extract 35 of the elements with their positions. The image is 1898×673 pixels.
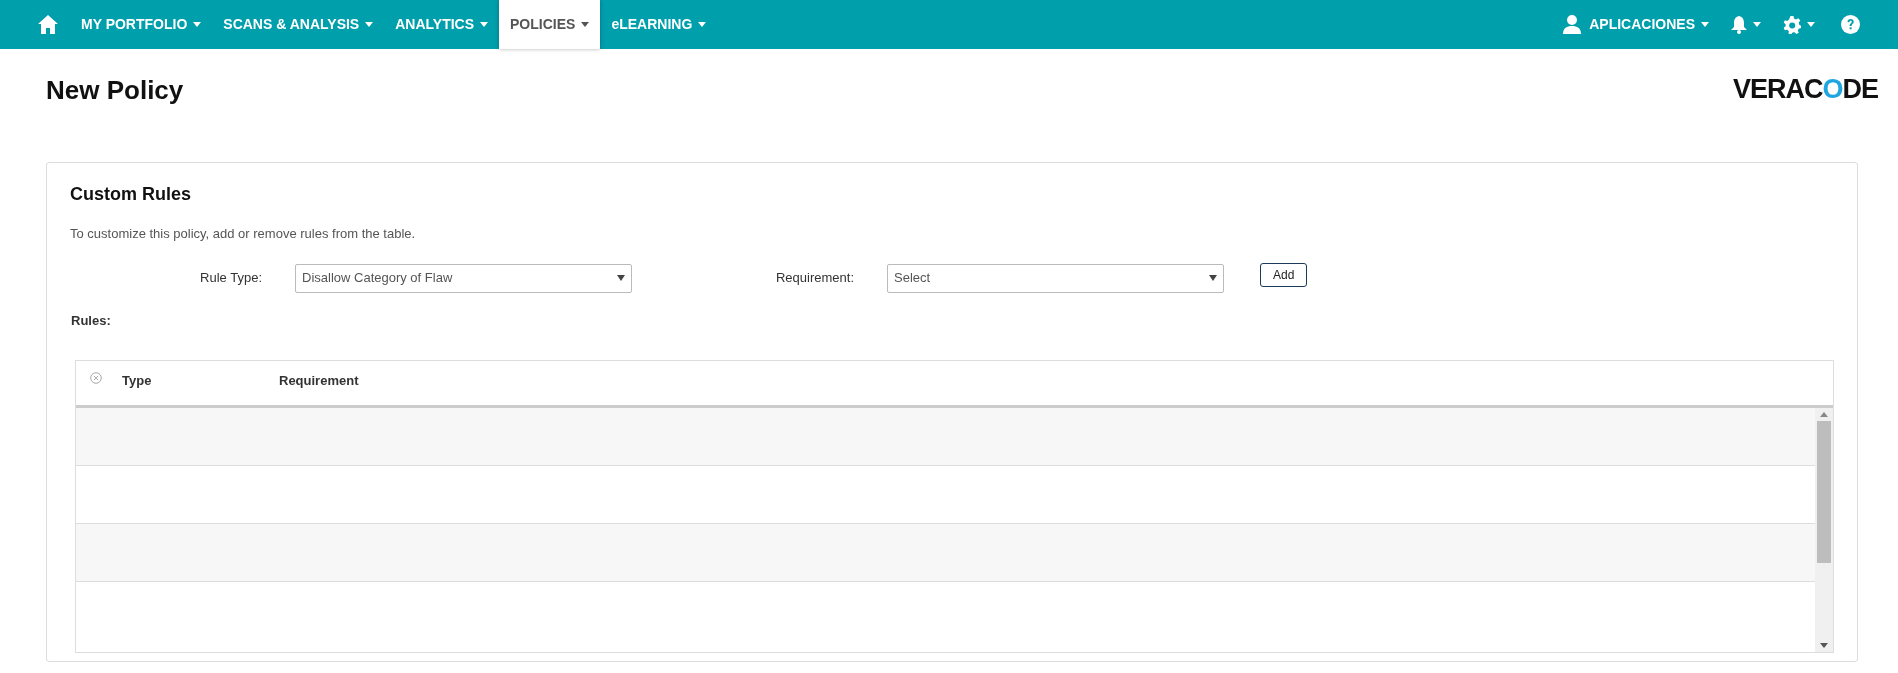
caret-icon xyxy=(193,22,202,27)
field-label: Rule Type: xyxy=(199,269,262,288)
rules-label: Rules: xyxy=(71,311,111,330)
nav-tab[interactable]: eLEARNING xyxy=(600,0,718,49)
dropdown[interactable]: Disallow Category of Flaw xyxy=(295,263,632,293)
field-label: Requirement: xyxy=(774,269,854,288)
caret-icon xyxy=(1209,275,1217,281)
remove-icon[interactable] xyxy=(90,371,102,384)
scrollbar[interactable] xyxy=(1815,407,1833,652)
caret-icon xyxy=(581,22,590,27)
caret-icon xyxy=(480,22,489,27)
caret-icon xyxy=(1701,22,1709,27)
nav-tab[interactable]: SCANS & ANALYSIS xyxy=(212,0,385,49)
nav-tab[interactable]: ANALYTICS xyxy=(384,0,500,49)
settings-icon xyxy=(1783,15,1801,34)
description: To customize this policy, add or remove rules from the table. xyxy=(70,225,417,243)
dropdown[interactable]: Select xyxy=(887,263,1224,293)
user-menu[interactable]: APLICACIONES xyxy=(1563,0,1709,49)
add-button[interactable]: Add xyxy=(1260,263,1308,287)
page-title: New Policy xyxy=(46,74,184,107)
panel-title: Custom Rules xyxy=(70,183,193,206)
caret-icon xyxy=(698,22,707,27)
nav-tab[interactable]: MY PORTFOLIO xyxy=(70,0,213,49)
user-icon xyxy=(1563,15,1582,34)
scroll-down-icon[interactable] xyxy=(1820,642,1828,648)
logo: VERACODE xyxy=(1732,73,1878,106)
bell-icon xyxy=(1731,15,1747,34)
nav-tab[interactable]: POLICIES xyxy=(499,0,601,49)
caret-icon xyxy=(1753,22,1761,27)
caret-icon xyxy=(617,275,625,281)
column-header: Type xyxy=(122,371,153,390)
caret-icon xyxy=(365,22,374,27)
column-header: Requirement xyxy=(279,371,359,390)
scroll-up-icon[interactable] xyxy=(1820,411,1828,417)
caret-icon xyxy=(1807,22,1815,27)
